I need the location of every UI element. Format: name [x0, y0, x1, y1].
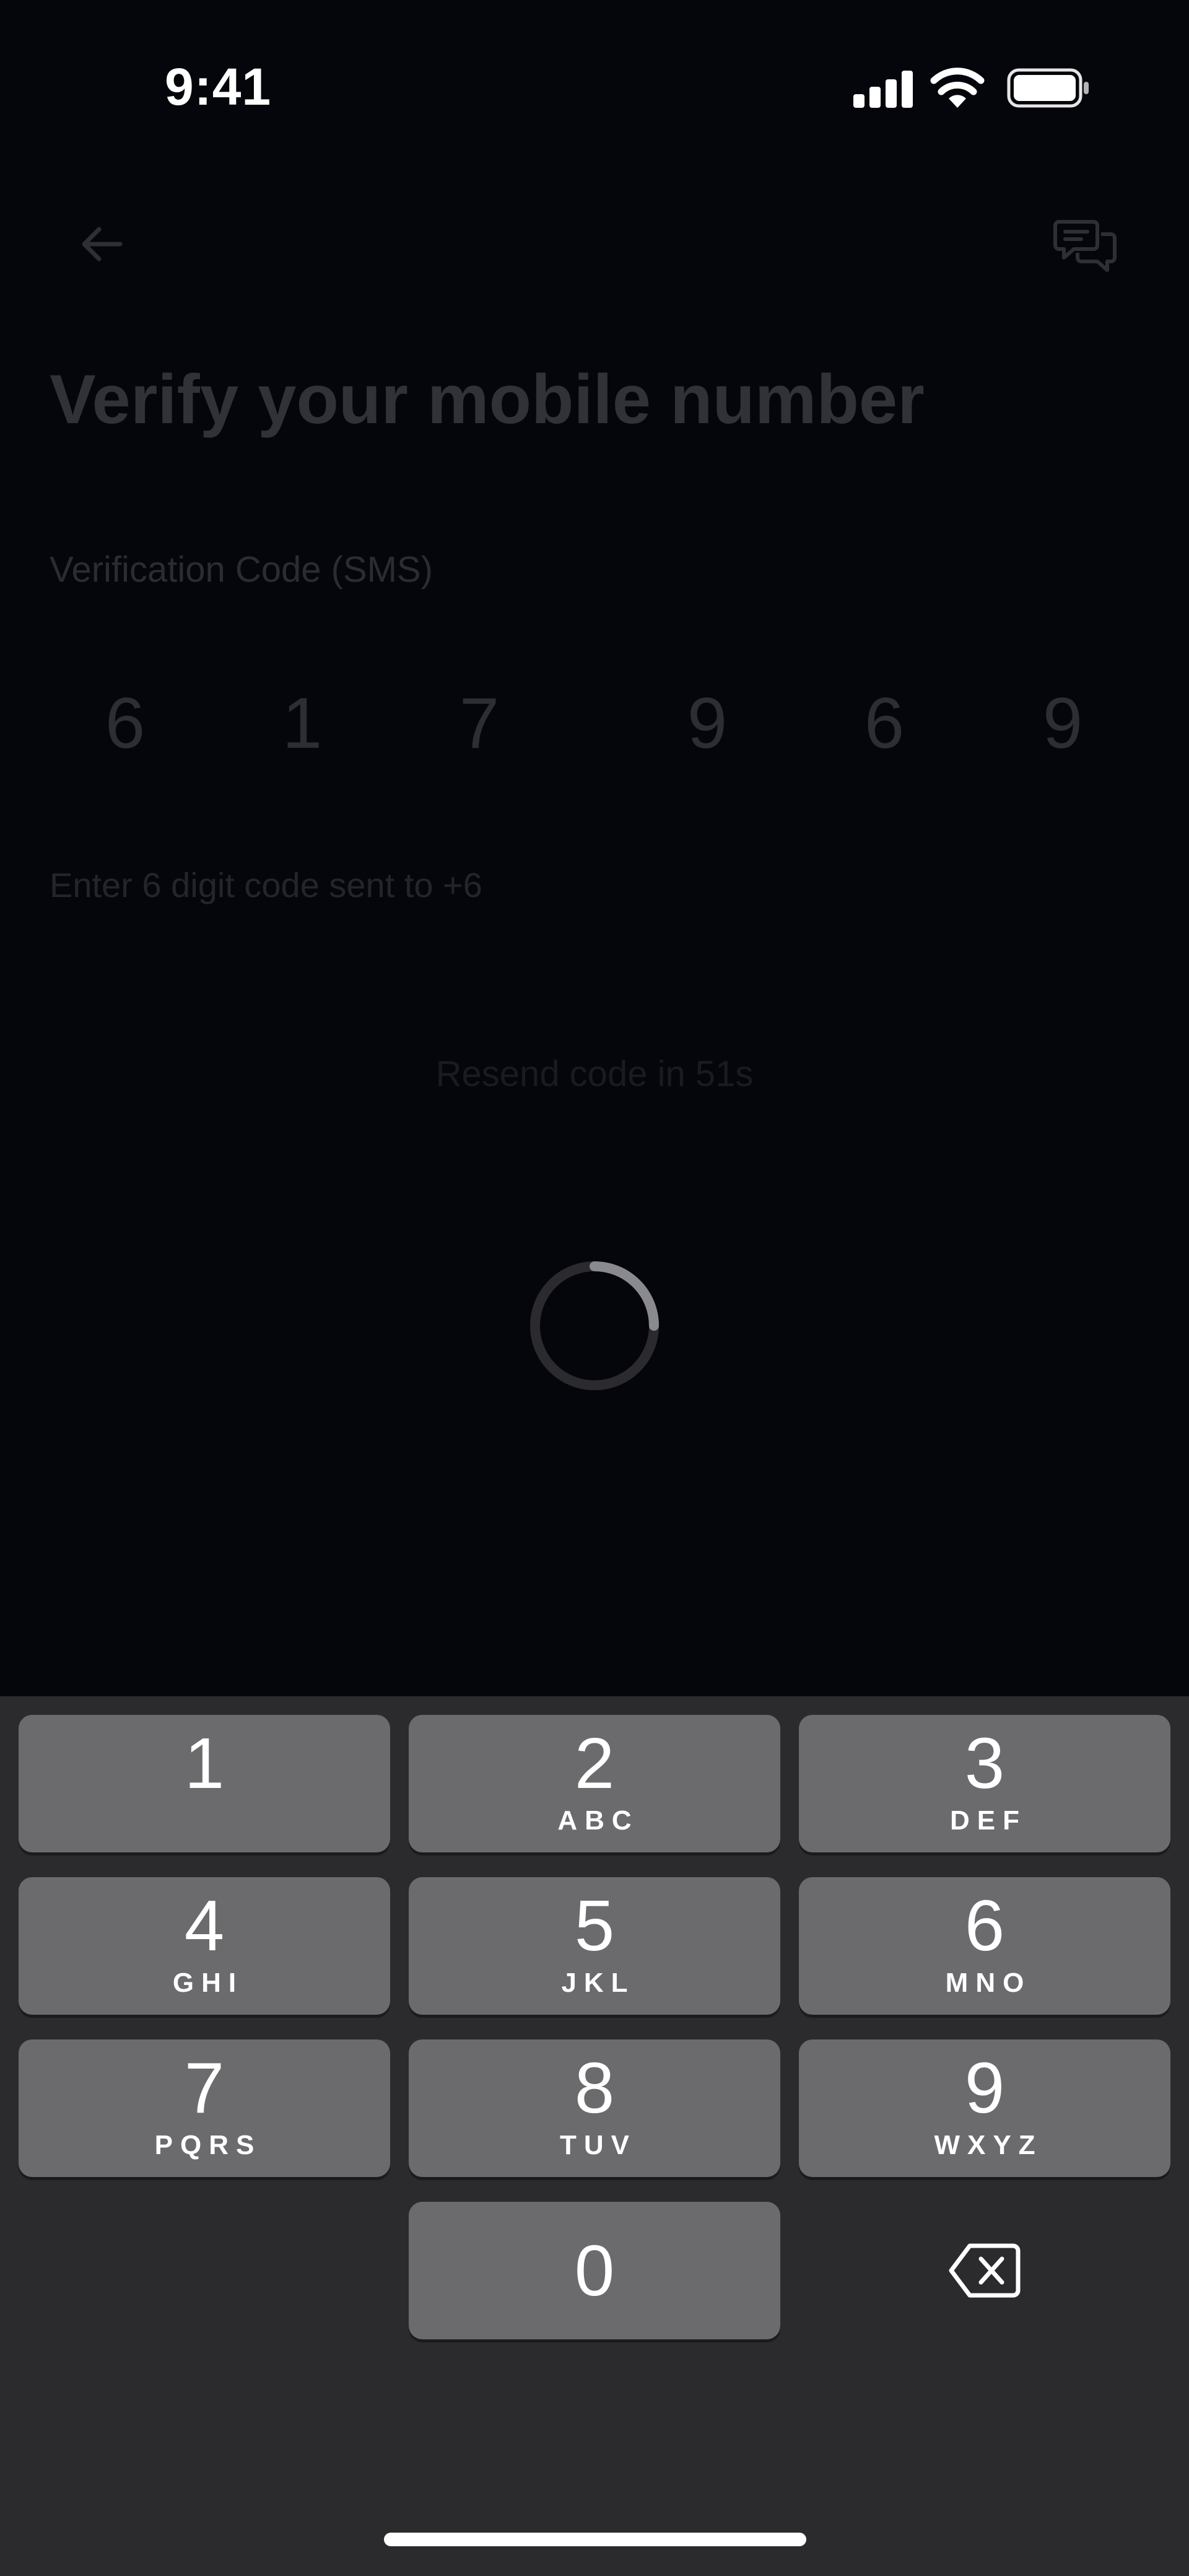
backspace-icon — [949, 2243, 1021, 2298]
otp-digit-6[interactable]: 9 — [1013, 681, 1112, 764]
key-4[interactable]: 4 GHI — [19, 1877, 390, 2015]
otp-digit-3[interactable]: 7 — [430, 681, 529, 764]
key-letters: WXYZ — [934, 2130, 1043, 2160]
key-7[interactable]: 7 PQRS — [19, 2039, 390, 2177]
resend-code-link[interactable]: Resend code in 51s — [0, 1053, 1189, 1095]
key-number: 7 — [184, 2048, 225, 2128]
key-6[interactable]: 6 MNO — [799, 1877, 1170, 2015]
key-letters: DEF — [950, 1805, 1027, 1836]
key-number: 4 — [184, 1885, 225, 1966]
key-3[interactable]: 3 DEF — [799, 1715, 1170, 1852]
key-letters: MNO — [945, 1968, 1032, 1998]
key-number: 3 — [964, 1723, 1005, 1803]
otp-digit-4[interactable]: 9 — [658, 681, 757, 764]
key-number: 8 — [574, 2048, 615, 2128]
home-indicator[interactable] — [384, 2533, 806, 2546]
key-number: 6 — [964, 1885, 1005, 1966]
otp-digit-2[interactable]: 1 — [253, 681, 352, 764]
key-number: 9 — [964, 2048, 1005, 2128]
key-1[interactable]: 1 — [19, 1715, 390, 1852]
key-letters: TUV — [560, 2130, 637, 2160]
verification-code-label: Verification Code (SMS) — [50, 550, 433, 590]
key-number: 5 — [574, 1885, 615, 1966]
key-number: 1 — [184, 1723, 225, 1803]
key-2[interactable]: 2 ABC — [409, 1715, 780, 1852]
page-title: Verify your mobile number — [50, 361, 925, 438]
otp-helper-text: Enter 6 digit code sent to +6 — [50, 865, 482, 905]
battery-icon — [1007, 68, 1089, 108]
key-number: 0 — [574, 2230, 615, 2311]
cellular-signal-icon — [853, 71, 914, 108]
loading-spinner-icon — [530, 1261, 659, 1390]
otp-digit-1[interactable]: 6 — [76, 681, 175, 764]
key-0[interactable]: 0 — [409, 2202, 780, 2339]
key-number: 2 — [574, 1723, 615, 1803]
key-letters: PQRS — [154, 2130, 262, 2160]
chat-bubbles-icon[interactable] — [1053, 213, 1117, 278]
status-time: 9:41 — [165, 58, 272, 116]
wifi-icon — [930, 68, 985, 108]
key-letters: GHI — [172, 1968, 244, 1998]
arrow-left-icon[interactable] — [77, 219, 126, 269]
key-letters: ABC — [557, 1805, 639, 1836]
key-5[interactable]: 5 JKL — [409, 1877, 780, 2015]
key-8[interactable]: 8 TUV — [409, 2039, 780, 2177]
otp-digit-5[interactable]: 6 — [835, 681, 934, 764]
otp-input[interactable]: 6 1 7 9 6 9 — [50, 681, 1139, 781]
delete-key[interactable] — [799, 2202, 1170, 2339]
key-letters: JKL — [561, 1968, 635, 1998]
key-9[interactable]: 9 WXYZ — [799, 2039, 1170, 2177]
